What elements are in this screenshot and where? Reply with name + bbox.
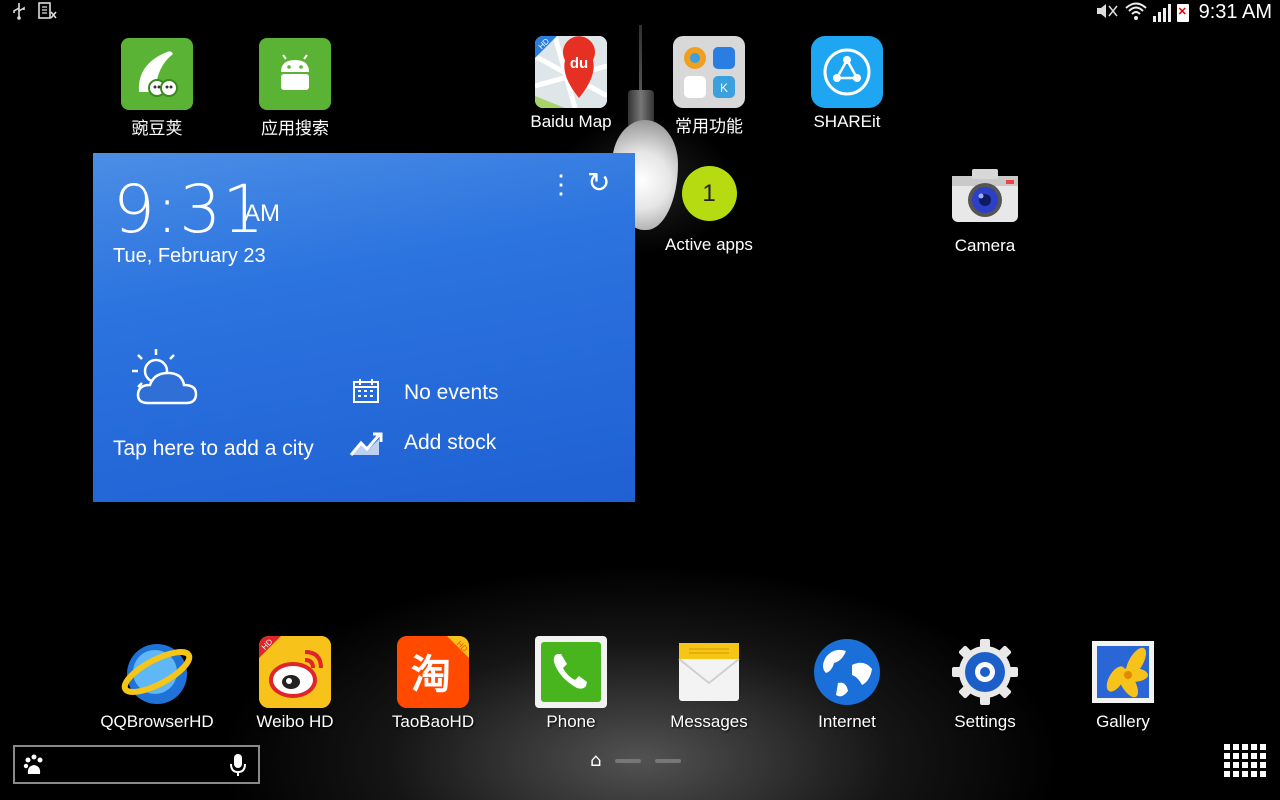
- android-icon: [259, 38, 331, 110]
- svg-text:du: du: [570, 55, 588, 72]
- baidu-paw-icon[interactable]: [23, 754, 45, 780]
- app-label: Phone: [546, 712, 596, 731]
- app-taobao[interactable]: 淘 HD TaoBaoHD: [368, 636, 498, 732]
- app-label: 应用搜索: [261, 119, 329, 138]
- app-label: Messages: [670, 712, 748, 731]
- page-dot[interactable]: [615, 759, 642, 763]
- widget-menu-icon[interactable]: ⋮: [548, 171, 574, 197]
- app-label: Baidu Map: [530, 112, 612, 131]
- search-bar[interactable]: [13, 745, 260, 784]
- baidu-map-icon: du HD: [535, 36, 607, 108]
- refresh-icon[interactable]: ↻: [587, 169, 610, 197]
- app-label: SHAREit: [813, 112, 881, 131]
- app-messages[interactable]: Messages: [644, 636, 774, 732]
- active-apps-count: 1: [681, 166, 737, 221]
- app-folder-common[interactable]: K 常用功能: [644, 36, 774, 137]
- app-label: 豌豆荚: [131, 119, 183, 138]
- gear-icon: [949, 636, 1021, 708]
- shareit-icon: [811, 36, 883, 108]
- sim-error-icon: [38, 2, 58, 23]
- globe-icon: [811, 636, 883, 708]
- weibo-icon: HD: [259, 636, 331, 708]
- widget-date: Tue, February 23: [113, 245, 266, 267]
- wandoujia-icon: [121, 38, 193, 110]
- clock-weather-widget[interactable]: 9:31 AM Tue, February 23 ⋮ ↻ Tap here to…: [93, 153, 635, 502]
- app-label: Settings: [954, 712, 1016, 731]
- app-weibo[interactable]: HD Weibo HD: [230, 636, 360, 732]
- add-city-prompt[interactable]: Tap here to add a city: [113, 437, 314, 461]
- camera-icon: [949, 160, 1021, 232]
- widget-events[interactable]: No events: [404, 381, 499, 405]
- page-indicator[interactable]: ⌂: [590, 752, 682, 770]
- widget-ampm: AM: [244, 200, 280, 227]
- app-search[interactable]: 应用搜索: [230, 38, 360, 139]
- app-label: Camera: [954, 236, 1016, 255]
- app-baidu-map[interactable]: du HD Baidu Map: [506, 36, 636, 132]
- app-qqbrowser[interactable]: QQBrowserHD: [92, 636, 222, 732]
- weather-partly-cloudy-icon[interactable]: [118, 341, 212, 412]
- usb-icon: [12, 2, 26, 23]
- signal-icon: [1152, 3, 1171, 22]
- active-apps-shortcut[interactable]: 1 Active apps: [654, 166, 764, 255]
- app-label: Gallery: [1096, 712, 1150, 731]
- app-gallery[interactable]: Gallery: [1058, 636, 1188, 732]
- apps-drawer-icon[interactable]: [1224, 744, 1266, 777]
- svg-text:K: K: [720, 81, 728, 95]
- wifi-icon: [1124, 1, 1147, 24]
- battery-error-icon: [1176, 3, 1189, 22]
- app-wandoujia[interactable]: 豌豆荚: [92, 38, 222, 139]
- qqbrowser-icon: [121, 636, 193, 708]
- status-bar: 9:31 AM: [0, 0, 1280, 25]
- app-label: Internet: [818, 712, 876, 731]
- gallery-icon: [1087, 636, 1159, 708]
- app-label: TaoBaoHD: [391, 712, 475, 731]
- home-page-icon[interactable]: ⌂: [590, 752, 601, 770]
- folder-icon: K: [673, 36, 745, 108]
- widget-time: 9:31: [113, 171, 266, 248]
- active-apps-label: Active apps: [665, 235, 753, 254]
- stock-chart-icon: [349, 429, 383, 462]
- svg-text:淘: 淘: [411, 652, 451, 698]
- mic-icon[interactable]: [229, 753, 247, 781]
- app-label: Weibo HD: [256, 712, 334, 731]
- phone-icon: [535, 636, 607, 708]
- widget-add-stock[interactable]: Add stock: [404, 431, 496, 455]
- messages-icon: [673, 636, 745, 708]
- app-label: 常用功能: [675, 117, 743, 136]
- mute-icon: [1095, 2, 1119, 23]
- app-internet[interactable]: Internet: [782, 636, 912, 732]
- page-dot[interactable]: [655, 759, 682, 763]
- app-camera[interactable]: Camera: [920, 160, 1050, 256]
- app-phone[interactable]: Phone: [506, 636, 636, 732]
- app-shareit[interactable]: SHAREit: [782, 36, 912, 132]
- calendar-icon: [352, 378, 380, 409]
- app-settings[interactable]: Settings: [920, 636, 1050, 732]
- status-time: 9:31 AM: [1198, 1, 1272, 23]
- app-label: QQBrowserHD: [100, 712, 214, 731]
- taobao-icon: 淘 HD: [397, 636, 469, 708]
